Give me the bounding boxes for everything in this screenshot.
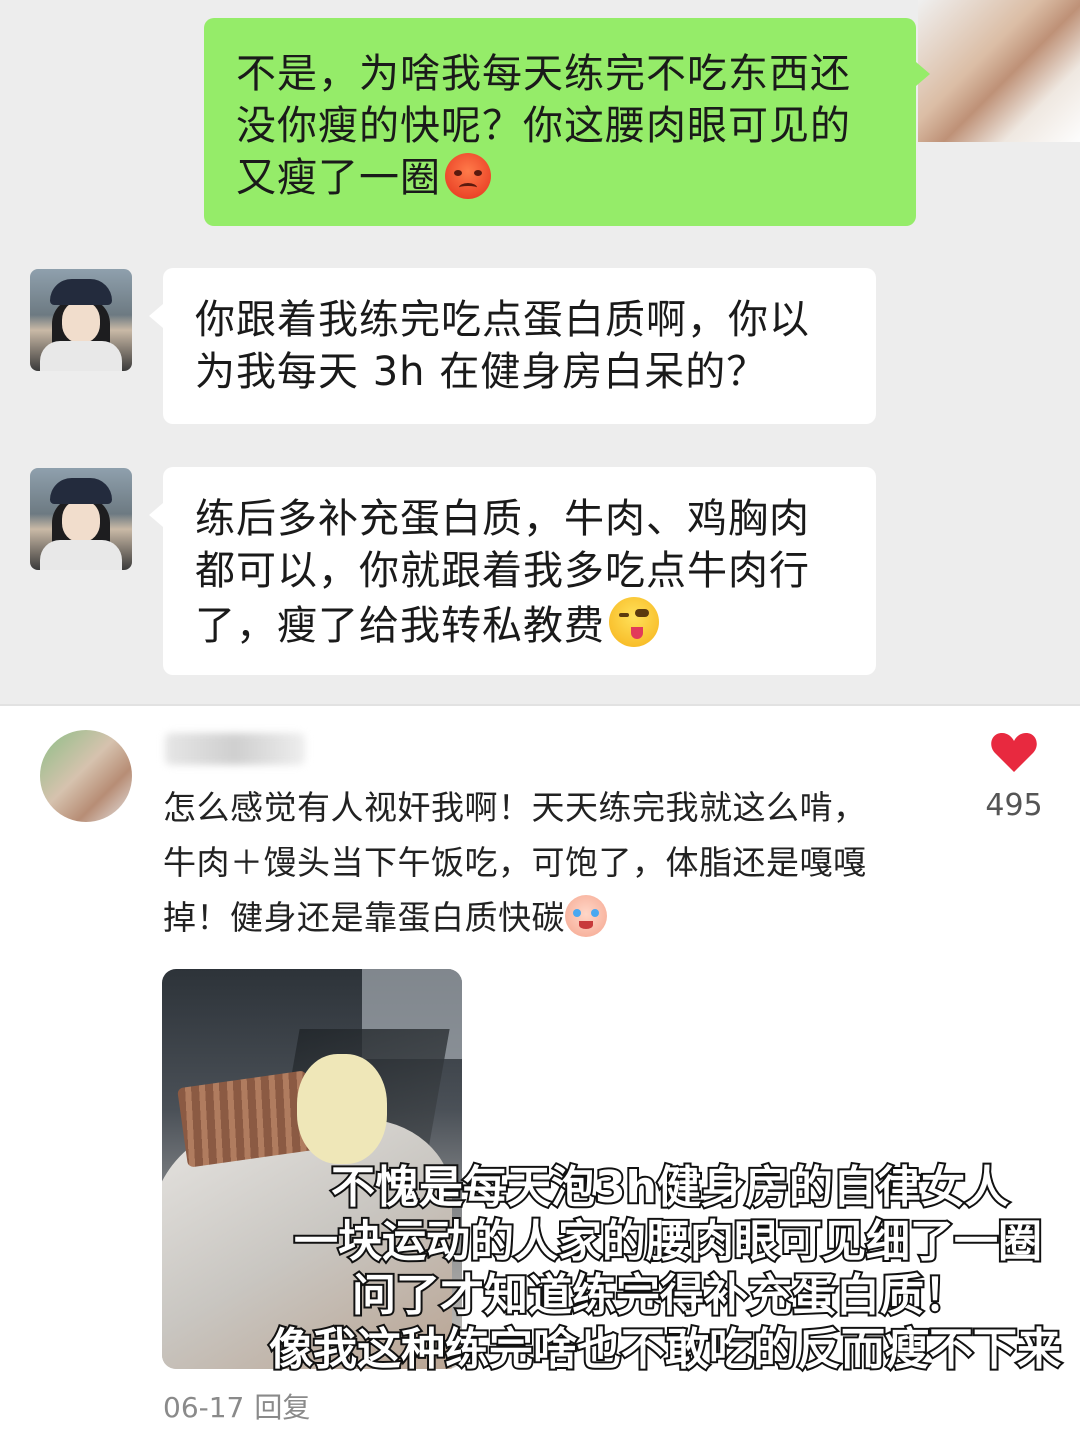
like-count: 495: [985, 788, 1043, 823]
message-line: 了，瘦了给我转私教费: [195, 603, 605, 649]
divider: [0, 704, 1080, 706]
comment-body: 怎么感觉有人视奸我啊！天天练完我就这么啃， 牛肉＋馒头当下午饭吃，可饱了，体脂还…: [163, 780, 923, 945]
winking-tongue-face-icon: [609, 597, 659, 647]
message-line: 你跟着我练完吃点蛋白质啊，你以: [195, 297, 810, 343]
chat-conversation: 不是，为啥我每天练完不吃东西还 没你瘦的快呢？你这腰肉眼可见的 又瘦了一圈 你跟…: [0, 0, 1080, 706]
contact-avatar[interactable]: [30, 269, 132, 371]
comment-line: 怎么感觉有人视奸我啊！天天练完我就这么啃，: [163, 788, 867, 827]
comment-date: 06-17: [163, 1391, 245, 1424]
comment-line: 牛肉＋馒头当下午饭吃，可饱了，体脂还是嘎嘎: [163, 843, 867, 882]
reply-button[interactable]: 回复: [254, 1391, 310, 1424]
crying-baby-face-icon: [565, 895, 607, 937]
message-bubble-other[interactable]: 练后多补充蛋白质，牛肉、鸡胸肉 都可以，你就跟着我多吃点牛肉行 了，瘦了给我转私…: [149, 467, 876, 675]
self-avatar[interactable]: [918, 0, 1080, 142]
message-line: 不是，为啥我每天练完不吃东西还: [236, 51, 851, 97]
commenter-name-redacted[interactable]: [165, 733, 305, 765]
message-line: 都可以，你就跟着我多吃点牛肉行: [195, 548, 810, 594]
contact-avatar[interactable]: [30, 468, 132, 570]
message-line: 为我每天 3h 在健身房白呆的？: [195, 349, 768, 395]
commenter-avatar[interactable]: [40, 730, 132, 822]
comment-photo[interactable]: [162, 969, 462, 1369]
message-bubble-other[interactable]: 你跟着我练完吃点蛋白质啊，你以 为我每天 3h 在健身房白呆的？: [149, 268, 876, 424]
message-line: 没你瘦的快呢？你这腰肉眼可见的: [236, 103, 851, 149]
comment-meta: 06-17 回复: [163, 1386, 310, 1426]
angry-face-icon: [445, 153, 491, 199]
comment-line: 掉！健身还是靠蛋白质快碳: [163, 898, 565, 937]
heart-icon[interactable]: [990, 730, 1038, 774]
message-line: 练后多补充蛋白质，牛肉、鸡胸肉: [195, 496, 810, 542]
message-line: 又瘦了一圈: [236, 155, 441, 201]
message-bubble-self[interactable]: 不是，为啥我每天练完不吃东西还 没你瘦的快呢？你这腰肉眼可见的 又瘦了一圈: [204, 18, 930, 226]
